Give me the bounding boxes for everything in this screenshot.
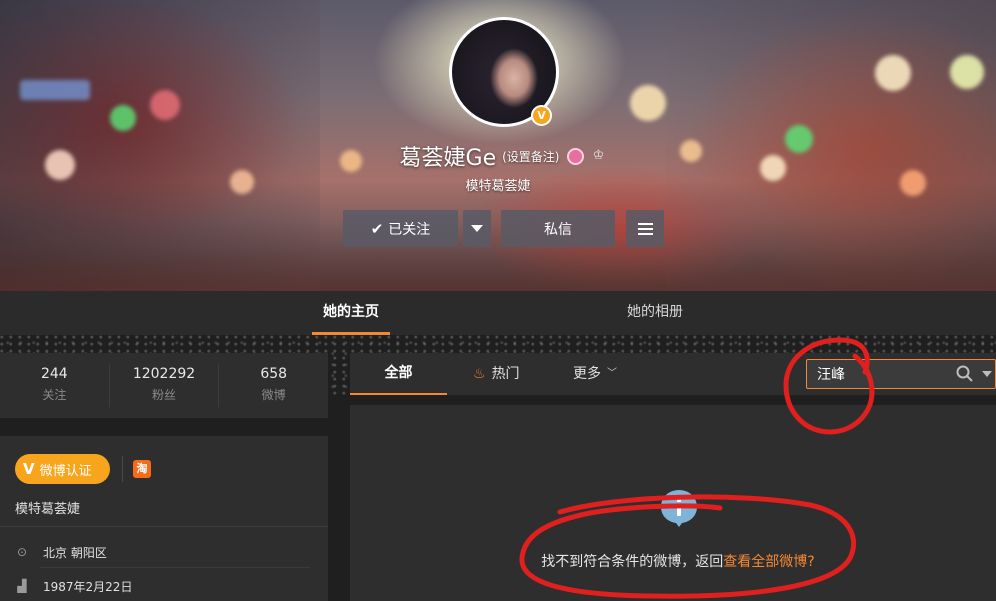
weibo-verified-badge[interactable]: V 微博认证 — [15, 454, 110, 484]
bokeh-light — [950, 55, 984, 89]
stat-followers[interactable]: 1202292 粉丝 — [110, 364, 220, 407]
chevron-down-icon: ﹀ — [607, 368, 617, 379]
feed-tab-label: 全部 — [384, 365, 413, 381]
member-badge-icon[interactable] — [567, 147, 585, 165]
stat-label: 粉丝 — [152, 388, 177, 402]
empty-message: 找不到符合条件的微博，返回查看全部微博? — [350, 551, 996, 571]
bokeh-light — [630, 85, 666, 121]
follow-options-button[interactable] — [463, 210, 491, 247]
feed-search-input[interactable] — [807, 360, 957, 388]
stat-value: 244 — [40, 366, 68, 382]
stat-label: 微博 — [261, 388, 286, 402]
profile-title: 模特葛荟婕 — [465, 179, 531, 194]
birthday-text: 1987年2月22日 — [43, 579, 133, 594]
tab-her-home[interactable]: 她的主页 — [312, 291, 390, 335]
location-text: 北京 朝阳区 — [43, 545, 107, 560]
follow-button[interactable]: ✔ 已关注 — [343, 210, 458, 247]
stat-posts[interactable]: 658 微博 — [219, 364, 328, 407]
follow-button-label: 已关注 — [388, 221, 431, 238]
message-button[interactable]: 私信 — [501, 210, 615, 247]
view-all-posts-link[interactable]: 查看全部微博? — [723, 554, 814, 570]
flame-icon: ♨ — [473, 366, 486, 382]
crown-icon[interactable]: ♔ — [590, 148, 606, 164]
location-pin-icon: ⊙ — [16, 545, 28, 559]
divider — [40, 567, 310, 568]
search-icon[interactable] — [956, 365, 973, 382]
tab-her-album[interactable]: 她的相册 — [612, 291, 698, 335]
feed-search-box — [806, 359, 996, 389]
verified-badge-icon: V — [531, 105, 552, 126]
bokeh-light — [110, 105, 136, 131]
feed-tab-more[interactable]: 更多 ﹀ — [573, 353, 617, 395]
profile-name-row: 葛荟婕Ge (设置备注) ♔ — [0, 140, 996, 172]
profile-bio: 模特葛荟婕 — [15, 502, 81, 517]
stat-label: 关注 — [42, 388, 67, 402]
birthday-row: ▟ 1987年2月22日 — [15, 574, 310, 598]
divider — [0, 526, 328, 527]
bokeh-light — [875, 55, 911, 91]
feed-tab-label: 热门 — [491, 366, 520, 382]
empty-results-panel: 找不到符合条件的微博，返回查看全部微博? — [350, 405, 996, 601]
info-icon — [661, 490, 697, 527]
profile-info-card: V 微博认证 淘 模特葛荟婕 ⊙ 北京 朝阳区 ▟ 1987年2月22日 — [0, 436, 328, 601]
feed-tab-all[interactable]: 全部 — [350, 353, 447, 395]
verified-label: 微博认证 — [39, 463, 92, 479]
bokeh-sign — [20, 80, 90, 100]
search-options-caret-icon[interactable] — [982, 371, 992, 377]
divider — [122, 456, 123, 482]
caret-down-icon — [471, 225, 483, 232]
location-row: ⊙ 北京 朝阳区 — [15, 540, 310, 564]
verified-v-icon: V — [23, 460, 35, 478]
profile-name: 葛荟婕Ge — [399, 146, 497, 171]
cover-street — [0, 221, 996, 291]
feed-tab-hot[interactable]: ♨ 热门 — [473, 353, 520, 395]
feed-filter-bar: 全部 ♨ 热门 更多 ﹀ — [350, 353, 996, 395]
message-button-label: 私信 — [544, 221, 572, 238]
birthday-cake-icon: ▟ — [17, 579, 27, 593]
more-menu-button[interactable] — [626, 210, 664, 247]
stat-value: 658 — [260, 366, 288, 382]
menu-icon — [637, 222, 653, 235]
profile-tabbar: 她的主页 她的相册 — [0, 291, 996, 335]
bokeh-light — [150, 90, 180, 120]
check-icon: ✔ — [370, 219, 384, 238]
stat-following[interactable]: 244 关注 — [0, 364, 110, 407]
stats-panel: 244 关注 1202292 粉丝 658 微博 — [0, 353, 328, 418]
empty-message-text: 找不到符合条件的微博，返回 — [541, 554, 724, 570]
feed-tab-label: 更多 — [573, 366, 601, 382]
stat-value: 1202292 — [132, 366, 196, 382]
set-remark-link[interactable]: (设置备注) — [502, 148, 559, 165]
taobao-icon[interactable]: 淘 — [133, 460, 151, 478]
